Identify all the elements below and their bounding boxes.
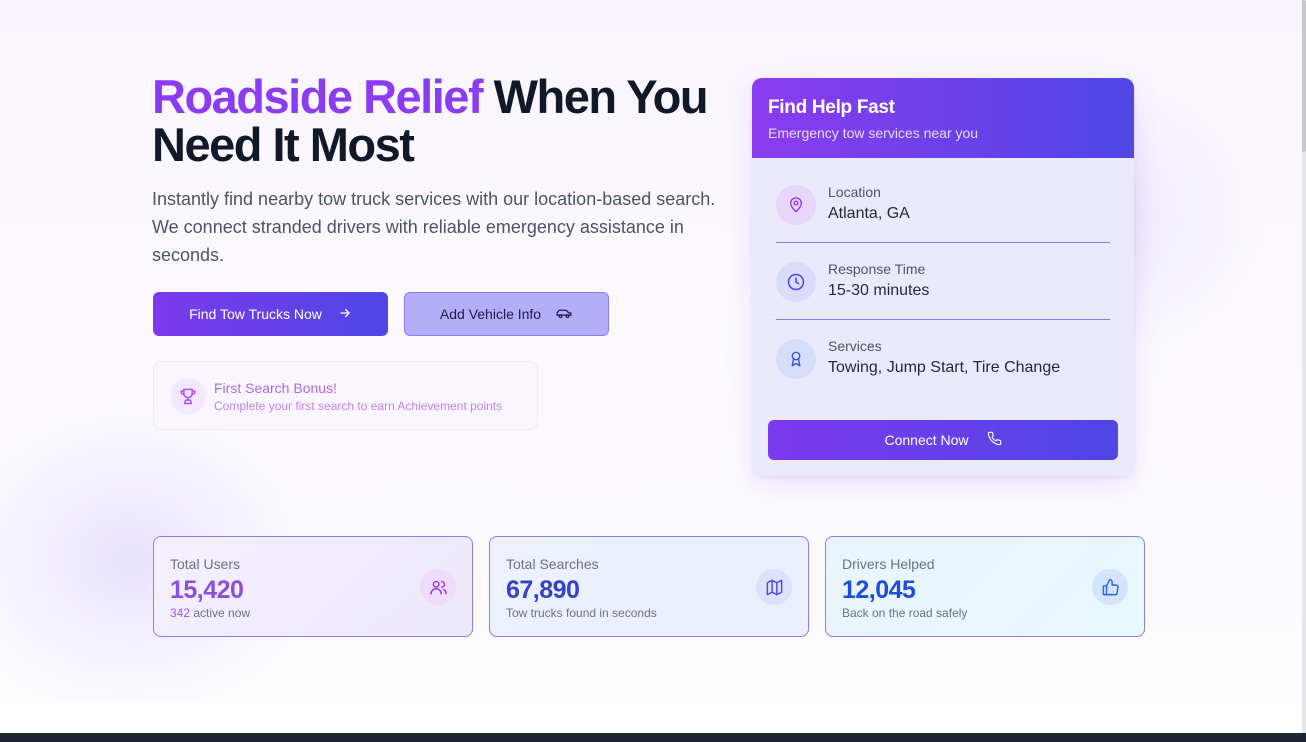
connect-now-button[interactable]: Connect Now [768, 420, 1118, 460]
car-icon [555, 306, 573, 323]
stat-label: Total Searches [506, 556, 599, 572]
arrow-right-icon [338, 306, 352, 323]
first-search-bonus-banner: First Search Bonus! Complete your first … [153, 361, 538, 430]
scrollbar[interactable] [1302, 0, 1306, 733]
hero-title-accent: Roadside Relief [152, 70, 484, 123]
bonus-title: First Search Bonus! [214, 380, 337, 396]
info-value: Towing, Jump Start, Tire Change [828, 359, 1061, 376]
clock-icon [776, 262, 816, 302]
info-row-response-time: Response Time 15-30 minutes [776, 255, 1110, 315]
map-pin-icon [776, 185, 816, 225]
info-value: Atlanta, GA [828, 205, 910, 222]
active-count: 342 [170, 606, 191, 620]
footer-edge [0, 733, 1306, 742]
add-vehicle-info-button[interactable]: Add Vehicle Info [404, 292, 609, 336]
stat-note: Back on the road safely [842, 606, 968, 620]
hero-title-line2: Need It Most [152, 118, 415, 171]
divider [776, 242, 1110, 243]
stat-value: 67,890 [506, 576, 580, 604]
info-row-location: Location Atlanta, GA [776, 178, 1110, 238]
stat-label: Drivers Helped [842, 556, 935, 572]
stat-card-total-users: Total Users 15,420 342 active now [153, 536, 473, 637]
info-label: Location [828, 184, 881, 200]
find-help-card: Find Help Fast Emergency tow services ne… [752, 78, 1134, 476]
add-vehicle-info-label: Add Vehicle Info [439, 306, 542, 322]
find-tow-trucks-label: Find Tow Trucks Now [189, 306, 322, 322]
hero-title-rest: When You [482, 70, 709, 123]
stat-value: 15,420 [170, 576, 244, 604]
section-gap [0, 703, 1302, 733]
active-suffix: active now [190, 606, 251, 620]
stat-label: Total Users [170, 556, 241, 572]
divider [776, 319, 1110, 320]
stat-note: Tow trucks found in seconds [506, 606, 657, 620]
scrollbar-thumb[interactable] [1302, 0, 1306, 152]
hero-description: Instantly find nearby tow truck services… [152, 189, 716, 265]
users-icon [420, 569, 456, 605]
card-subtitle: Emergency tow services near you [768, 125, 979, 141]
stat-value: 12,045 [842, 576, 916, 604]
card-title: Find Help Fast [768, 97, 895, 118]
phone-icon [987, 431, 1002, 449]
stat-note: 342 active now [170, 606, 250, 620]
info-label: Response Time [828, 261, 926, 277]
award-icon [776, 339, 816, 379]
bonus-subtitle: Complete your first search to earn Achie… [214, 399, 503, 413]
stat-card-total-searches: Total Searches 67,890 Tow trucks found i… [489, 536, 809, 637]
trophy-icon [170, 378, 206, 414]
thumbs-up-icon [1092, 569, 1128, 605]
hero-title: Roadside Relief When You Need It Most [152, 73, 752, 169]
map-icon [756, 569, 792, 605]
connect-now-label: Connect Now [884, 432, 969, 448]
info-label: Services [828, 338, 882, 354]
stat-card-drivers-helped: Drivers Helped 12,045 Back on the road s… [825, 536, 1145, 637]
info-row-services: Services Towing, Jump Start, Tire Change [776, 332, 1110, 392]
find-tow-trucks-button[interactable]: Find Tow Trucks Now [153, 292, 388, 336]
info-value: 15-30 minutes [828, 282, 930, 299]
card-header: Find Help Fast Emergency tow services ne… [752, 78, 1134, 158]
